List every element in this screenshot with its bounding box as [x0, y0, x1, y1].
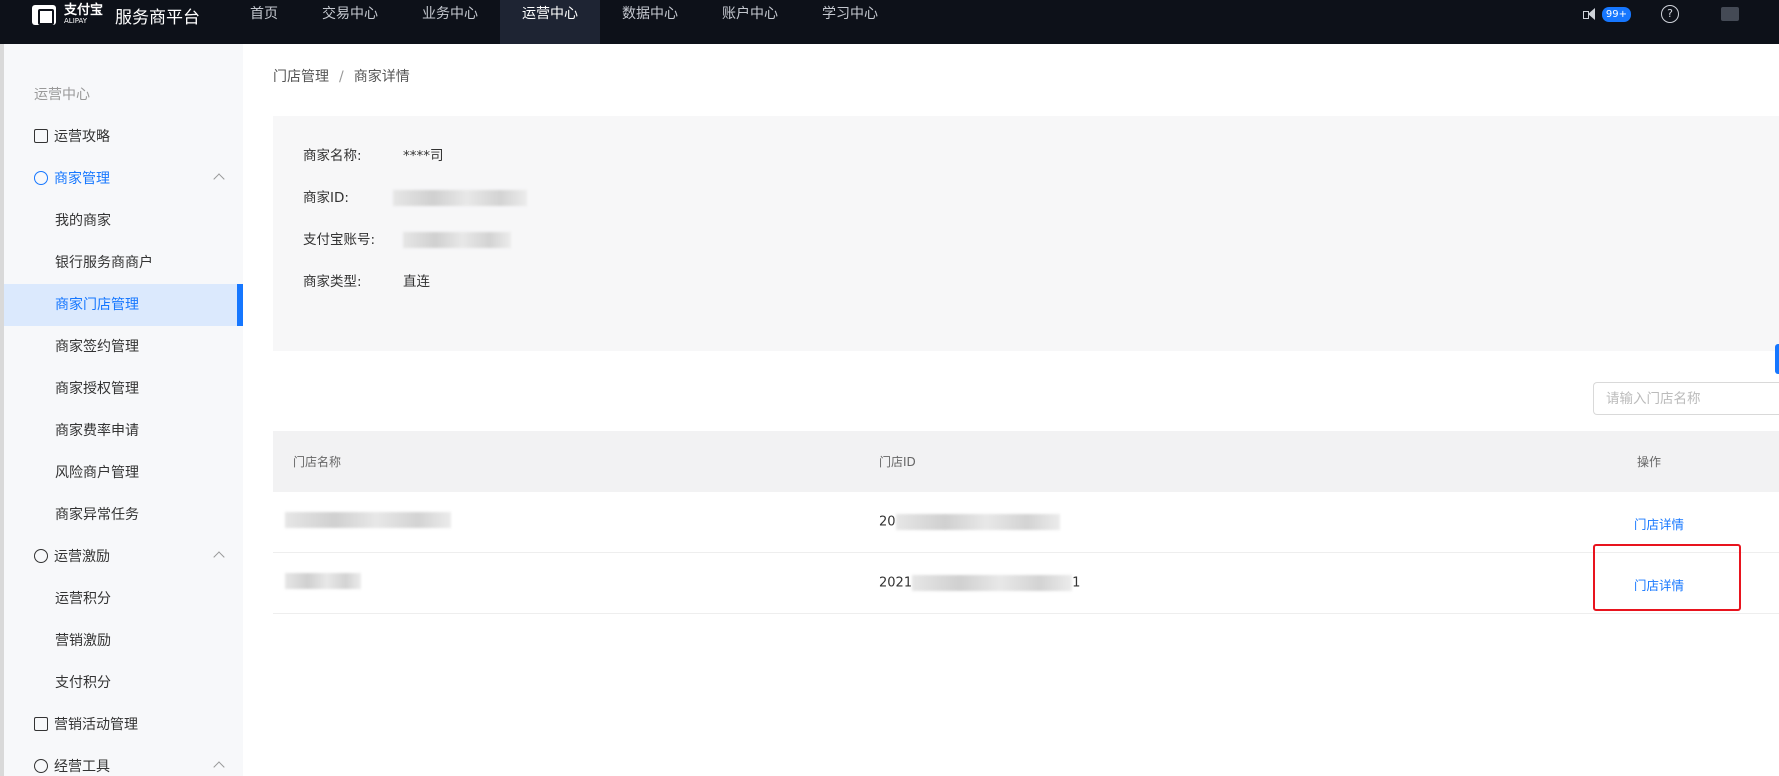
account-redacted — [403, 232, 511, 248]
sidebar-item-fee-apply[interactable]: 商家费率申请 — [4, 410, 243, 452]
sidebar-item-my-merchants[interactable]: 我的商家 — [4, 200, 243, 242]
chevron-up-icon — [213, 761, 225, 773]
merchant-name-value: ****司 — [403, 148, 444, 164]
breadcrumb-parent[interactable]: 门店管理 — [273, 69, 329, 85]
breadcrumb-current: 商家详情 — [353, 69, 410, 85]
sidebar-group-tools[interactable]: 经营工具 — [4, 746, 243, 776]
merchant-info-panel: 商家名称: ****司 商家ID: 支付宝账号: 商家类型: 直连 — [273, 116, 1779, 351]
sidebar-item-auth-mgmt[interactable]: 商家授权管理 — [4, 368, 243, 410]
nav-trade[interactable]: 交易中心 — [300, 0, 400, 44]
merchant-type-label: 商家类型: — [303, 274, 362, 290]
store-detail-link[interactable]: 门店详情 — [1634, 514, 1684, 533]
chevron-up-icon — [213, 551, 225, 563]
alipay-logo-icon — [32, 5, 56, 25]
sidebar-item-marketing-incentive[interactable]: 营销激励 — [4, 620, 243, 662]
merchant-id-label: 商家ID: — [303, 190, 349, 206]
sidebar-item-payment-points[interactable]: 支付积分 — [4, 662, 243, 704]
logo-cn-text: 支付宝 — [64, 3, 104, 18]
main-content: 门店管理 / 商家详情 商家名称: ****司 商家ID: 支付宝账号: 商家类型: 直… — [243, 44, 1779, 776]
sidebar: 运营中心 运营攻略 商家管理 我的商家 银行服务商商户 商家门店管理 商家签约管… — [0, 44, 243, 776]
nav-data[interactable]: 数据中心 — [600, 0, 700, 44]
sidebar-heading: 运营中心 — [34, 87, 90, 103]
breadcrumb-separator: / — [339, 69, 344, 85]
sidebar-item-marketing[interactable]: 营销活动管理 — [4, 704, 243, 746]
store-name-redacted — [285, 573, 361, 589]
sidebar-item-contract-mgmt[interactable]: 商家签约管理 — [4, 326, 243, 368]
side-action-tab[interactable] — [1775, 344, 1779, 374]
breadcrumb: 门店管理 / 商家详情 — [273, 66, 410, 86]
avatar[interactable] — [1721, 7, 1739, 21]
store-name-redacted — [285, 512, 451, 528]
medal-icon — [34, 549, 48, 563]
sidebar-group-incentive[interactable]: 运营激励 — [4, 536, 243, 578]
table-row: 20 门店详情 — [273, 492, 1779, 553]
table-header: 门店名称 门店ID 操作 — [273, 431, 1779, 492]
logo-en-text: ALIPAY — [64, 17, 88, 25]
table-row: 2021 1 门店详情 — [273, 553, 1779, 614]
cart-icon — [34, 717, 48, 731]
sidebar-group-merchant-mgmt[interactable]: 商家管理 — [4, 158, 243, 200]
nav-operations[interactable]: 运营中心 — [500, 0, 600, 44]
pie-chart-icon — [34, 759, 48, 773]
sidebar-item-store-mgmt[interactable]: 商家门店管理 — [4, 284, 243, 326]
info-row-account: 支付宝账号: — [303, 228, 511, 248]
nav-home[interactable]: 首页 — [228, 0, 300, 44]
top-navbar: 支付宝 ALIPAY 服务商平台 首页 交易中心 业务中心 运营中心 数据中心 … — [0, 0, 1779, 44]
info-row-type: 商家类型: 直连 — [303, 270, 430, 290]
nav-account[interactable]: 账户中心 — [700, 0, 800, 44]
notification-badge[interactable]: 99+ — [1601, 6, 1631, 22]
info-row-id: 商家ID: — [303, 186, 527, 206]
sidebar-item-guide[interactable]: 运营攻略 — [4, 116, 243, 158]
speaker-icon[interactable] — [1582, 7, 1600, 21]
store-id: 2021 1 — [879, 575, 1081, 591]
store-id: 20 — [879, 514, 1060, 530]
merchant-name-label: 商家名称: — [303, 148, 362, 164]
sidebar-item-points[interactable]: 运营积分 — [4, 578, 243, 620]
top-nav: 首页 交易中心 业务中心 运营中心 数据中心 账户中心 学习中心 — [228, 0, 900, 44]
help-icon[interactable]: ? — [1661, 5, 1679, 23]
merchant-id-redacted — [393, 190, 527, 206]
sidebar-item-abnormal-tasks[interactable]: 商家异常任务 — [4, 494, 243, 536]
book-icon — [34, 129, 48, 143]
merchant-type-value: 直连 — [403, 274, 430, 290]
chevron-up-icon — [213, 173, 225, 185]
info-row-name: 商家名称: ****司 — [303, 144, 444, 164]
store-table: 门店名称 门店ID 操作 20 门店详情 2021 1 门店详情 — [273, 431, 1779, 614]
sidebar-item-bank-merchants[interactable]: 银行服务商商户 — [4, 242, 243, 284]
store-detail-link[interactable]: 门店详情 — [1634, 575, 1684, 594]
col-store-name: 门店名称 — [293, 455, 342, 469]
platform-name: 服务商平台 — [115, 7, 201, 28]
user-icon — [34, 171, 48, 185]
sidebar-item-risk-mgmt[interactable]: 风险商户管理 — [4, 452, 243, 494]
col-actions: 操作 — [1637, 455, 1662, 469]
nav-learning[interactable]: 学习中心 — [800, 0, 900, 44]
store-search-input[interactable] — [1593, 382, 1779, 415]
col-store-id: 门店ID — [879, 455, 916, 469]
nav-business[interactable]: 业务中心 — [400, 0, 500, 44]
alipay-logo[interactable]: 支付宝 ALIPAY 服务商平台 — [32, 3, 201, 28]
account-label: 支付宝账号: — [303, 232, 376, 248]
